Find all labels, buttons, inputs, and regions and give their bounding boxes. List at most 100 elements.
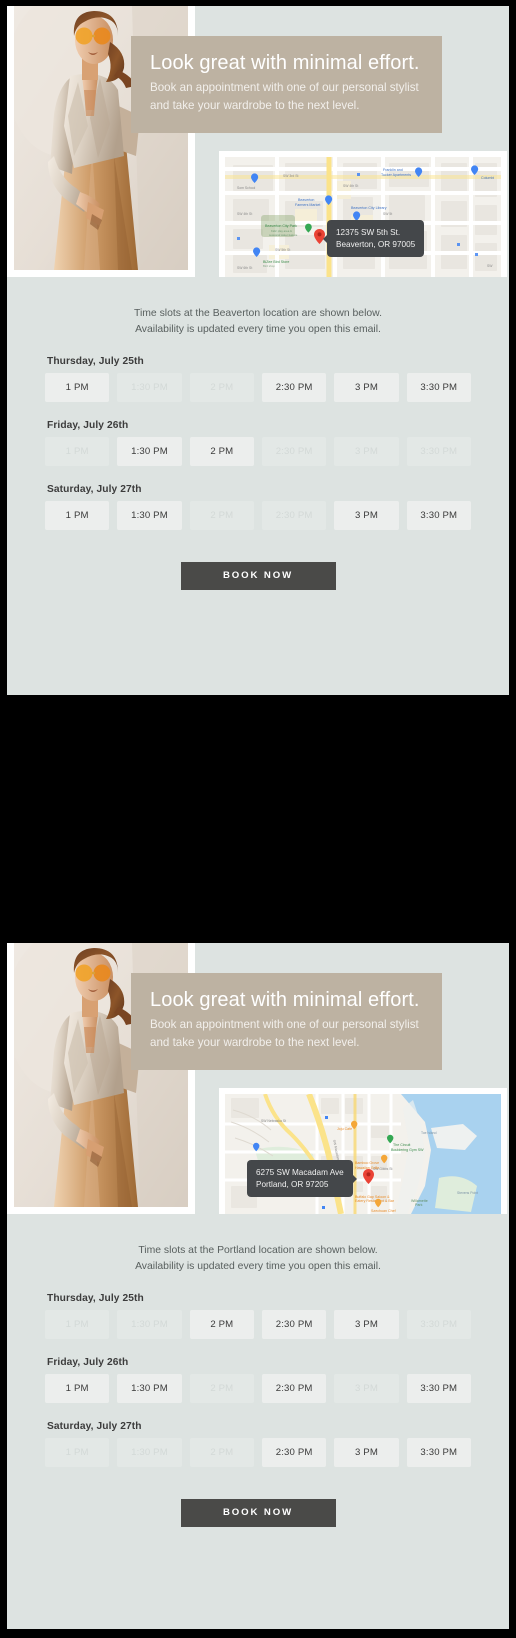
svg-text:Toe Island: Toe Island (421, 1131, 437, 1135)
book-now-button[interactable]: BOOK NOW (180, 1499, 336, 1527)
svg-text:Szechuan Chef: Szechuan Chef (371, 1209, 396, 1213)
svg-text:SW 4th St: SW 4th St (343, 184, 358, 188)
time-slot-unavailable: 2:30 PM (261, 437, 327, 466)
time-slot-unavailable: 1:30 PM (117, 1310, 182, 1339)
time-slot-available[interactable]: 3:30 PM (406, 1374, 471, 1403)
time-slot-row: 1 PM 1:30 PM 2 PM 2:30 PM 3 PM 3:30 PM (45, 437, 471, 466)
svg-text:Beaverton: Beaverton (298, 198, 314, 202)
time-slot-available[interactable]: 3 PM (334, 1438, 399, 1467)
svg-text:Stevens Point: Stevens Point (457, 1191, 478, 1195)
hero-subline-1: Book an appointment with one of our pers… (150, 81, 419, 94)
svg-text:Franklin and: Franklin and (383, 168, 403, 172)
svg-text:Bamboo Grove: Bamboo Grove (355, 1161, 379, 1165)
time-slot-available[interactable]: 3:30 PM (406, 373, 471, 402)
intro-line-1: Time slots at the Beaverton location are… (134, 308, 382, 319)
day-group: Saturday, July 27th 1 PM 1:30 PM 2 PM 2:30 P… (7, 1421, 509, 1467)
svg-text:SW: SW (487, 264, 493, 268)
svg-text:SW Nebraska St: SW Nebraska St (261, 1119, 286, 1123)
svg-text:seasonal water feature: seasonal water feature (269, 233, 298, 237)
day-groups: Thursday, July 25th 1 PM 1:30 PM 2 PM 2:30 P… (7, 356, 509, 530)
time-slot-unavailable: 1 PM (45, 437, 110, 466)
intro-text: Time slots at the Portland location are … (7, 1214, 509, 1293)
map-pin-icon (363, 1169, 374, 1184)
svg-text:Tucker Apartments: Tucker Apartments (381, 173, 411, 177)
time-slot-row: 1 PM 1:30 PM 2 PM 2:30 PM 3 PM 3:30 PM (45, 1438, 471, 1467)
time-slot-unavailable: 1 PM (45, 1310, 110, 1339)
svg-text:Beaverton City Park: Beaverton City Park (265, 224, 297, 228)
day-groups: Thursday, July 25th 1 PM 1:30 PM 2 PM 2:30 P… (7, 1293, 509, 1467)
svg-text:Park: Park (415, 1203, 423, 1207)
day-group: Friday, July 26th 1 PM 1:30 PM 2 PM 2:30 PM 3… (7, 1357, 509, 1403)
time-slot-unavailable: 2 PM (189, 1374, 254, 1403)
svg-text:SW 6th St: SW 6th St (237, 266, 252, 270)
time-slot-available[interactable]: 2:30 PM (261, 1374, 327, 1403)
day-label: Friday, July 26th (47, 420, 129, 431)
time-slot-available[interactable]: 3:30 PM (406, 501, 471, 530)
day-label: Saturday, July 27th (47, 1421, 142, 1432)
svg-text:SW 5th St: SW 5th St (275, 248, 290, 252)
time-slot-available[interactable]: 1:30 PM (117, 501, 182, 530)
time-slot-unavailable: 3 PM (334, 1374, 399, 1403)
time-slot-available[interactable]: 1:30 PM (117, 1374, 182, 1403)
time-slot-available[interactable]: 2:30 PM (261, 373, 327, 402)
day-label: Thursday, July 25th (47, 356, 144, 367)
time-slot-available[interactable]: 3:30 PM (406, 1438, 471, 1467)
time-slot-row: 1 PM 1:30 PM 2 PM 2:30 PM 3 PM 3:30 PM (45, 373, 471, 402)
hero-section: Look great with minimal effort. Book an … (7, 943, 509, 1214)
email-card-beaverton: Look great with minimal effort. Book an … (7, 6, 509, 695)
time-slot-unavailable: 3 PM (334, 437, 399, 466)
book-now-button[interactable]: BOOK NOW (180, 562, 336, 590)
intro-line-1: Time slots at the Portland location are … (138, 1245, 378, 1256)
time-slot-available[interactable]: 1 PM (45, 501, 110, 530)
time-slot-unavailable: 2 PM (189, 501, 254, 530)
cta-container: BOOK NOW (7, 548, 509, 590)
hero-subline-1: Book an appointment with one of our pers… (150, 1018, 419, 1031)
intro-text: Time slots at the Beaverton location are… (7, 277, 509, 356)
svg-text:Joju Cafe: Joju Cafe (337, 1127, 352, 1131)
cta-container: BOOK NOW (7, 1485, 509, 1527)
svg-text:Som School: Som School (237, 186, 256, 190)
svg-text:Eatery Restaurant & Bar: Eatery Restaurant & Bar (355, 1199, 395, 1203)
svg-text:Beaverton City Library: Beaverton City Library (351, 206, 387, 210)
time-slot-available[interactable]: 3 PM (334, 501, 399, 530)
hero-subline-2: and take your wardrobe to the next level… (150, 1035, 360, 1049)
hero-banner: Look great with minimal effort. Book an … (131, 36, 442, 133)
day-label: Friday, July 26th (47, 1357, 129, 1368)
time-slot-available[interactable]: 2 PM (189, 1310, 254, 1339)
map-address-line-1: 12375 SW 5th St. (336, 228, 401, 237)
time-slot-unavailable: 2 PM (189, 1438, 254, 1467)
location-map[interactable]: SW Nebraska St SW Gibbs St SW Macadam Av… (225, 1094, 501, 1214)
time-slot-available[interactable]: 3 PM (334, 1310, 399, 1339)
day-label: Thursday, July 25th (47, 1293, 144, 1304)
time-slot-available[interactable]: 1:30 PM (117, 437, 182, 466)
svg-text:SW 5t: SW 5t (383, 212, 392, 216)
svg-text:SW 3rd St: SW 3rd St (283, 174, 299, 178)
time-slot-available[interactable]: 2:30 PM (261, 1310, 327, 1339)
time-slot-available[interactable]: 2:30 PM (261, 1438, 327, 1467)
map-tiles: Som School SW 3rd St SW 4th St SW 4th St… (225, 157, 501, 277)
time-slot-unavailable: 3:30 PM (406, 1310, 471, 1339)
day-group: Friday, July 26th 1 PM 1:30 PM 2 PM 2:30 PM 3… (7, 420, 509, 466)
day-group: Saturday, July 27th 1 PM 1:30 PM 2 PM 2:30 P… (7, 484, 509, 530)
svg-text:The Circuit: The Circuit (393, 1143, 410, 1147)
hero-headline: Look great with minimal effort. (150, 52, 420, 74)
time-slot-row: 1 PM 1:30 PM 2 PM 2:30 PM 3 PM 3:30 PM (45, 1310, 471, 1339)
time-slot-unavailable: 3:30 PM (406, 437, 471, 466)
hero-section: Look great with minimal effort. Book an … (7, 6, 509, 277)
time-slot-unavailable: 1 PM (45, 1438, 110, 1467)
hero-headline: Look great with minimal effort. (150, 989, 420, 1011)
time-slot-available[interactable]: 3 PM (334, 373, 399, 402)
time-slot-available[interactable]: 2 PM (189, 437, 254, 466)
screenshot-root: Look great with minimal effort. Book an … (0, 0, 516, 1638)
map-address-line-1: 6275 SW Macadam Ave (256, 1168, 344, 1177)
location-map[interactable]: Som School SW 3rd St SW 4th St SW 4th St… (225, 157, 501, 277)
time-slot-unavailable: 2 PM (189, 373, 254, 402)
time-slot-unavailable: 1:30 PM (117, 373, 182, 402)
hero-banner: Look great with minimal effort. Book an … (131, 973, 442, 1070)
map-address-line-2: Portland, OR 97205 (256, 1179, 329, 1189)
day-group: Thursday, July 25th 1 PM 1:30 PM 2 PM 2:30 P… (7, 1293, 509, 1339)
time-slot-available[interactable]: 1 PM (45, 373, 110, 402)
svg-text:Bird shop: Bird shop (263, 264, 275, 268)
intro-line-2: Availability is updated every time you o… (135, 324, 381, 335)
time-slot-available[interactable]: 1 PM (45, 1374, 110, 1403)
